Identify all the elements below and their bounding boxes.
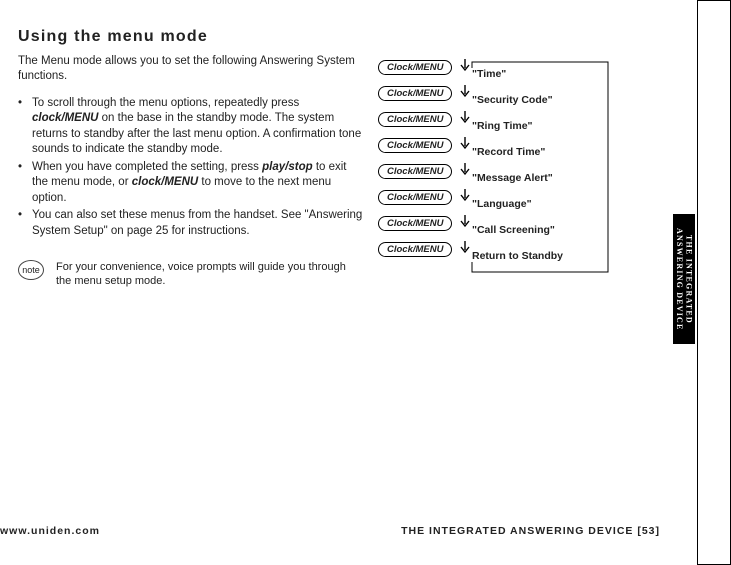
menu-step: Clock/MENU "Time" bbox=[378, 54, 623, 80]
note-block: note For your convenience, voice prompts… bbox=[18, 260, 358, 289]
down-arrow-icon bbox=[458, 109, 472, 129]
list-item: • When you have completed the setting, p… bbox=[18, 160, 363, 207]
note-text: For your convenience, voice prompts will… bbox=[56, 260, 358, 289]
down-arrow-icon bbox=[458, 213, 472, 233]
menu-option-label: "Record Time" bbox=[472, 146, 545, 158]
menu-option-label: "Message Alert" bbox=[472, 172, 553, 184]
emphasis: play/stop bbox=[262, 161, 312, 173]
footer-section-page: THE INTEGRATED ANSWERING DEVICE [53] bbox=[401, 525, 660, 537]
menu-option-label: "Language" bbox=[472, 198, 532, 210]
page-frame-top bbox=[698, 0, 731, 1]
menu-step: Clock/MENU "Security Code" bbox=[378, 80, 623, 106]
bullet-text: You can also set these menus from the ha… bbox=[32, 208, 363, 239]
page-title: Using the menu mode bbox=[18, 28, 658, 46]
menu-option-label: "Ring Time" bbox=[472, 120, 533, 132]
intro-text: The Menu mode allows you to set the foll… bbox=[18, 54, 358, 84]
down-arrow-icon bbox=[458, 161, 472, 181]
text-span: To scroll through the menu options, repe… bbox=[32, 97, 299, 109]
bullet-marker: • bbox=[18, 96, 32, 158]
bullet-marker: • bbox=[18, 160, 32, 207]
list-item: • To scroll through the menu options, re… bbox=[18, 96, 363, 158]
text-span: When you have completed the setting, pre… bbox=[32, 161, 262, 173]
bullet-marker: • bbox=[18, 208, 32, 239]
down-arrow-icon bbox=[458, 57, 472, 77]
footer-url: www.uniden.com bbox=[0, 525, 100, 537]
menu-step: Clock/MENU "Record Time" bbox=[378, 132, 623, 158]
clock-menu-button: Clock/MENU bbox=[378, 138, 452, 153]
menu-option-label: "Time" bbox=[472, 68, 506, 80]
menu-step: Clock/MENU "Ring Time" bbox=[378, 106, 623, 132]
bullet-text: To scroll through the menu options, repe… bbox=[32, 96, 363, 158]
emphasis: clock/MENU bbox=[132, 176, 198, 188]
clock-menu-button: Clock/MENU bbox=[378, 60, 452, 75]
menu-step: Clock/MENU Return to Standby bbox=[378, 236, 623, 262]
menu-option-label: Return to Standby bbox=[472, 250, 563, 262]
down-arrow-icon bbox=[458, 239, 472, 259]
menu-flow-diagram: Clock/MENU "Time" Clock/MENU "Security Code… bbox=[378, 54, 623, 262]
bullet-list: • To scroll through the menu options, re… bbox=[18, 96, 363, 240]
text-span: You can also set these menus from the ha… bbox=[32, 209, 362, 237]
note-icon-label: note bbox=[22, 265, 40, 275]
menu-option-label: "Call Screening" bbox=[472, 224, 555, 236]
page-content: Using the menu mode The Menu mode allows… bbox=[18, 28, 658, 548]
page-footer: www.uniden.com THE INTEGRATED ANSWERING … bbox=[0, 525, 660, 537]
clock-menu-button: Clock/MENU bbox=[378, 86, 452, 101]
down-arrow-icon bbox=[458, 83, 472, 103]
menu-option-label: "Security Code" bbox=[472, 94, 553, 106]
menu-step: Clock/MENU "Message Alert" bbox=[378, 158, 623, 184]
menu-step: Clock/MENU "Language" bbox=[378, 184, 623, 210]
clock-menu-button: Clock/MENU bbox=[378, 216, 452, 231]
clock-menu-button: Clock/MENU bbox=[378, 112, 452, 127]
section-tab-label: THE INTEGRATED ANSWERING DEVICE bbox=[674, 214, 693, 344]
bullet-text: When you have completed the setting, pre… bbox=[32, 160, 363, 207]
clock-menu-button: Clock/MENU bbox=[378, 242, 452, 257]
clock-menu-button: Clock/MENU bbox=[378, 190, 452, 205]
section-tab: THE INTEGRATED ANSWERING DEVICE bbox=[673, 214, 695, 344]
note-icon: note bbox=[18, 260, 44, 280]
emphasis: clock/MENU bbox=[32, 112, 98, 124]
clock-menu-button: Clock/MENU bbox=[378, 164, 452, 179]
list-item: • You can also set these menus from the … bbox=[18, 208, 363, 239]
page-frame-right bbox=[697, 0, 701, 565]
down-arrow-icon bbox=[458, 187, 472, 207]
down-arrow-icon bbox=[458, 135, 472, 155]
menu-step: Clock/MENU "Call Screening" bbox=[378, 210, 623, 236]
